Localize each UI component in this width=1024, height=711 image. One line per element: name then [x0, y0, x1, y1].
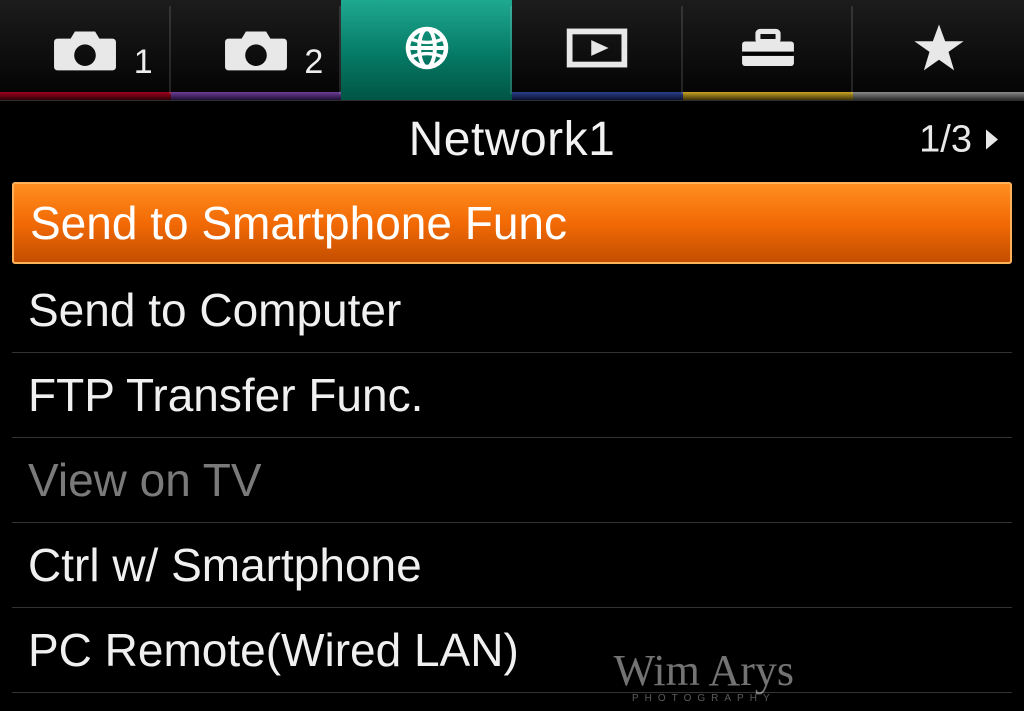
menu-item-ftp-transfer[interactable]: FTP Transfer Func.	[12, 353, 1012, 438]
chevron-right-icon	[986, 130, 998, 150]
playback-icon	[561, 20, 633, 81]
tab-underline	[683, 92, 854, 100]
tab-underline	[512, 92, 683, 100]
network-tab[interactable]	[341, 0, 512, 100]
camera-icon	[49, 20, 121, 81]
my-menu-tab[interactable]	[853, 0, 1024, 100]
playback-tab[interactable]	[512, 0, 683, 100]
toolbox-icon	[732, 20, 804, 81]
menu-item-label: View on TV	[28, 453, 262, 507]
page-index: 1/3	[919, 118, 972, 161]
tab-badge: 1	[134, 43, 153, 82]
menu-item-send-to-computer[interactable]: Send to Computer	[12, 268, 1012, 353]
globe-icon	[391, 20, 463, 81]
camera-icon	[220, 20, 292, 81]
star-icon	[903, 20, 975, 81]
tab-badge: 2	[304, 43, 323, 82]
menu-item-view-on-tv: View on TV	[12, 438, 1012, 523]
tab-bar: 1 2	[0, 0, 1024, 100]
menu-item-label: Ctrl w/ Smartphone	[28, 538, 422, 592]
tab-underline	[0, 92, 171, 100]
page-title-row: Network1 1/3	[0, 100, 1024, 178]
menu-item-label: PC Remote(Wired LAN)	[28, 623, 519, 677]
watermark-sub: PHOTOGRAPHY	[614, 696, 794, 702]
menu-item-pc-remote[interactable]: PC Remote(Wired LAN)	[12, 608, 1012, 693]
menu-item-label: FTP Transfer Func.	[28, 368, 423, 422]
menu-item-ctrl-smartphone[interactable]: Ctrl w/ Smartphone	[12, 523, 1012, 608]
camera-1-tab[interactable]: 1	[0, 0, 171, 100]
menu-item-label: Send to Computer	[28, 283, 401, 337]
menu-item-send-to-smartphone[interactable]: Send to Smartphone Func	[12, 182, 1012, 264]
page-title: Network1	[409, 112, 616, 167]
page-indicator[interactable]: 1/3	[919, 118, 998, 161]
tab-underline	[853, 92, 1024, 100]
menu-list: Send to Smartphone Func Send to Computer…	[0, 182, 1024, 693]
menu-item-label: Send to Smartphone Func	[30, 196, 567, 250]
setup-tab[interactable]	[683, 0, 854, 100]
camera-2-tab[interactable]: 2	[171, 0, 342, 100]
tab-underline	[171, 92, 342, 100]
